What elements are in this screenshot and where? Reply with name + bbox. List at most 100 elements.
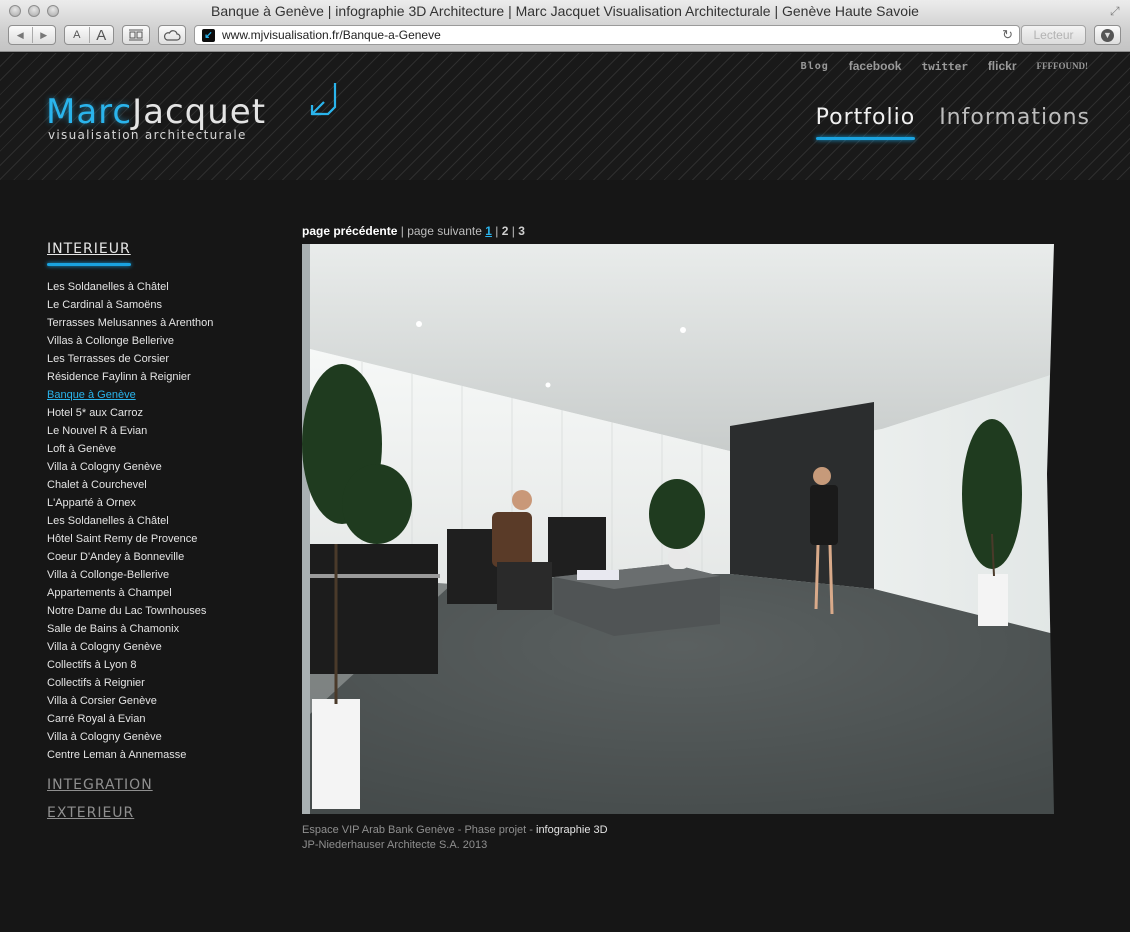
category-exterieur[interactable]: EXTERIEUR [47, 805, 287, 821]
decrease-text-size-button[interactable]: A [65, 29, 89, 41]
twitter-link[interactable]: twitter [921, 60, 967, 73]
next-page-link[interactable]: page suivante [407, 224, 482, 238]
project-list-item: Salle de Bains à Chamonix [47, 619, 287, 637]
window-title: Banque à Genève | infographie 3D Archite… [211, 3, 919, 19]
project-link[interactable]: Notre Dame du Lac Townhouses [47, 605, 206, 617]
project-list-item: Notre Dame du Lac Townhouses [47, 601, 287, 619]
project-link[interactable]: Banque à Genève [47, 389, 136, 401]
project-link[interactable]: Loft à Genève [47, 443, 116, 455]
social-links: Blog facebook twitter flickr FFFFOUND! [801, 59, 1088, 73]
project-render-image[interactable] [302, 244, 1062, 814]
project-list-item: Villa à Collonge-Bellerive [47, 565, 287, 583]
black-armchair [548, 517, 606, 577]
project-link[interactable]: L'Apparté à Ornex [47, 497, 136, 509]
logo-tagline: visualisation architecturale [48, 128, 247, 142]
logo-first-name: Marc [46, 92, 133, 132]
project-list-item: Les Soldanelles à Châtel [47, 277, 287, 295]
page-2-link[interactable]: 2 [502, 224, 509, 238]
project-link[interactable]: Collectifs à Reignier [47, 677, 145, 689]
ceiling-light [680, 327, 686, 333]
facebook-link[interactable]: facebook [849, 59, 902, 73]
site-logo[interactable]: MarcJacquet visualisation architecturale [46, 83, 337, 142]
downloads-button[interactable]: ▼ [1094, 25, 1121, 45]
address-bar[interactable]: ↙ www.mjvisualisation.fr/Banque-a-Geneve… [194, 25, 1020, 45]
project-link[interactable]: Villa à Cologny Genève [47, 731, 162, 743]
caption-line-2: JP-Niederhauser Architecte S.A. 2013 [302, 839, 488, 851]
project-list-item: Le Cardinal à Samoëns [47, 295, 287, 313]
project-list: Les Soldanelles à Châtel Le Cardinal à Sa… [47, 277, 287, 763]
white-planter [978, 574, 1008, 626]
project-link[interactable]: Résidence Faylinn à Reignier [47, 371, 191, 383]
page-3-link[interactable]: 3 [518, 224, 525, 238]
project-list-item: L'Apparté à Ornex [47, 493, 287, 511]
black-door [730, 402, 874, 589]
project-list-item: Les Soldanelles à Châtel [47, 511, 287, 529]
project-link[interactable]: Salle de Bains à Chamonix [47, 623, 179, 635]
project-link[interactable]: Villas à Collonge Bellerive [47, 335, 174, 347]
site-header: MarcJacquet visualisation architecturale… [0, 53, 1130, 180]
project-list-item: Loft à Genève [47, 439, 287, 457]
icloud-tabs-button[interactable] [158, 25, 186, 45]
project-list-item: Banque à Genève [47, 385, 287, 403]
fullscreen-icon[interactable]: ⤢ [1110, 4, 1124, 18]
book-icon [129, 29, 143, 41]
back-forward-buttons: ◀ ▶ [8, 25, 56, 45]
project-list-item: Villas à Collonge Bellerive [47, 331, 287, 349]
image-caption: Espace VIP Arab Bank Genève - Phase proj… [302, 823, 608, 853]
increase-text-size-button[interactable]: A [90, 27, 114, 44]
category-interieur[interactable]: INTERIEUR [47, 241, 131, 266]
caption-line-1: Espace VIP Arab Bank Genève - Phase proj… [302, 823, 608, 838]
project-list-item: Les Terrasses de Corsier [47, 349, 287, 367]
main-nav: Portfolio Informations [815, 105, 1090, 140]
project-list-item: Chalet à Courchevel [47, 475, 287, 493]
flickr-link[interactable]: flickr [988, 59, 1017, 73]
forward-button[interactable]: ▶ [33, 30, 56, 41]
project-link[interactable]: Le Nouvel R à Evian [47, 425, 147, 437]
download-icon: ▼ [1101, 28, 1114, 42]
project-link[interactable]: Les Terrasses de Corsier [47, 353, 169, 365]
project-link[interactable]: Villa à Cologny Genève [47, 641, 162, 653]
logo-last-name: Jacquet [132, 92, 267, 132]
project-list-item: Appartements à Champel [47, 583, 287, 601]
reading-list-button[interactable] [122, 25, 150, 45]
project-link[interactable]: Villa à Cologny Genève [47, 461, 162, 473]
project-link[interactable]: Chalet à Courchevel [47, 479, 147, 491]
page-1-link[interactable]: 1 [485, 224, 492, 238]
ceiling-light [545, 382, 551, 388]
project-link[interactable]: Carré Royal à Evian [47, 713, 145, 725]
reader-button[interactable]: Lecteur [1021, 25, 1086, 45]
magazines [577, 570, 619, 580]
url-text[interactable]: www.mjvisualisation.fr/Banque-a-Geneve [222, 28, 441, 42]
project-list-item: Villa à Cologny Genève [47, 727, 287, 745]
project-list-item: Villa à Cologny Genève [47, 637, 287, 655]
pager-separator: | [400, 224, 404, 238]
project-link[interactable]: Les Soldanelles à Châtel [47, 515, 169, 527]
blog-link[interactable]: Blog [801, 61, 829, 72]
project-link[interactable]: Appartements à Champel [47, 587, 172, 599]
back-button[interactable]: ◀ [9, 30, 32, 41]
nav-informations[interactable]: Informations [939, 105, 1090, 136]
category-integration[interactable]: INTEGRATION [47, 777, 287, 793]
project-link[interactable]: Les Soldanelles à Châtel [47, 281, 169, 293]
previous-page-link[interactable]: page précédente [302, 224, 397, 238]
project-link[interactable]: Hotel 5* aux Carroz [47, 407, 143, 419]
portfolio-sidebar: INTERIEUR Les Soldanelles à Châtel Le Car… [47, 240, 287, 821]
project-link[interactable]: Villa à Collonge-Bellerive [47, 569, 169, 581]
project-link[interactable]: Terrasses Melusannes à Arenthon [47, 317, 213, 329]
nav-portfolio[interactable]: Portfolio [815, 105, 916, 140]
seated-man [492, 512, 532, 567]
project-link[interactable]: Coeur D'Andey à Bonneville [47, 551, 184, 563]
project-link[interactable]: Hôtel Saint Remy de Provence [47, 533, 197, 545]
project-link[interactable]: Le Cardinal à Samoëns [47, 299, 162, 311]
project-link[interactable]: Collectifs à Lyon 8 [47, 659, 136, 671]
ffffound-link[interactable]: FFFFOUND! [1037, 61, 1089, 71]
reload-icon[interactable]: ↻ [1002, 27, 1013, 43]
image-edge [302, 244, 310, 814]
project-list-item: Terrasses Melusannes à Arenthon [47, 313, 287, 331]
browser-toolbar: Banque à Genève | infographie 3D Archite… [0, 0, 1130, 52]
project-list-item: Villa à Corsier Genève [47, 691, 287, 709]
logo-wordmark: MarcJacquet [46, 93, 266, 131]
cloud-icon [163, 30, 181, 41]
project-link[interactable]: Villa à Corsier Genève [47, 695, 157, 707]
project-link[interactable]: Centre Leman à Annemasse [47, 749, 186, 761]
